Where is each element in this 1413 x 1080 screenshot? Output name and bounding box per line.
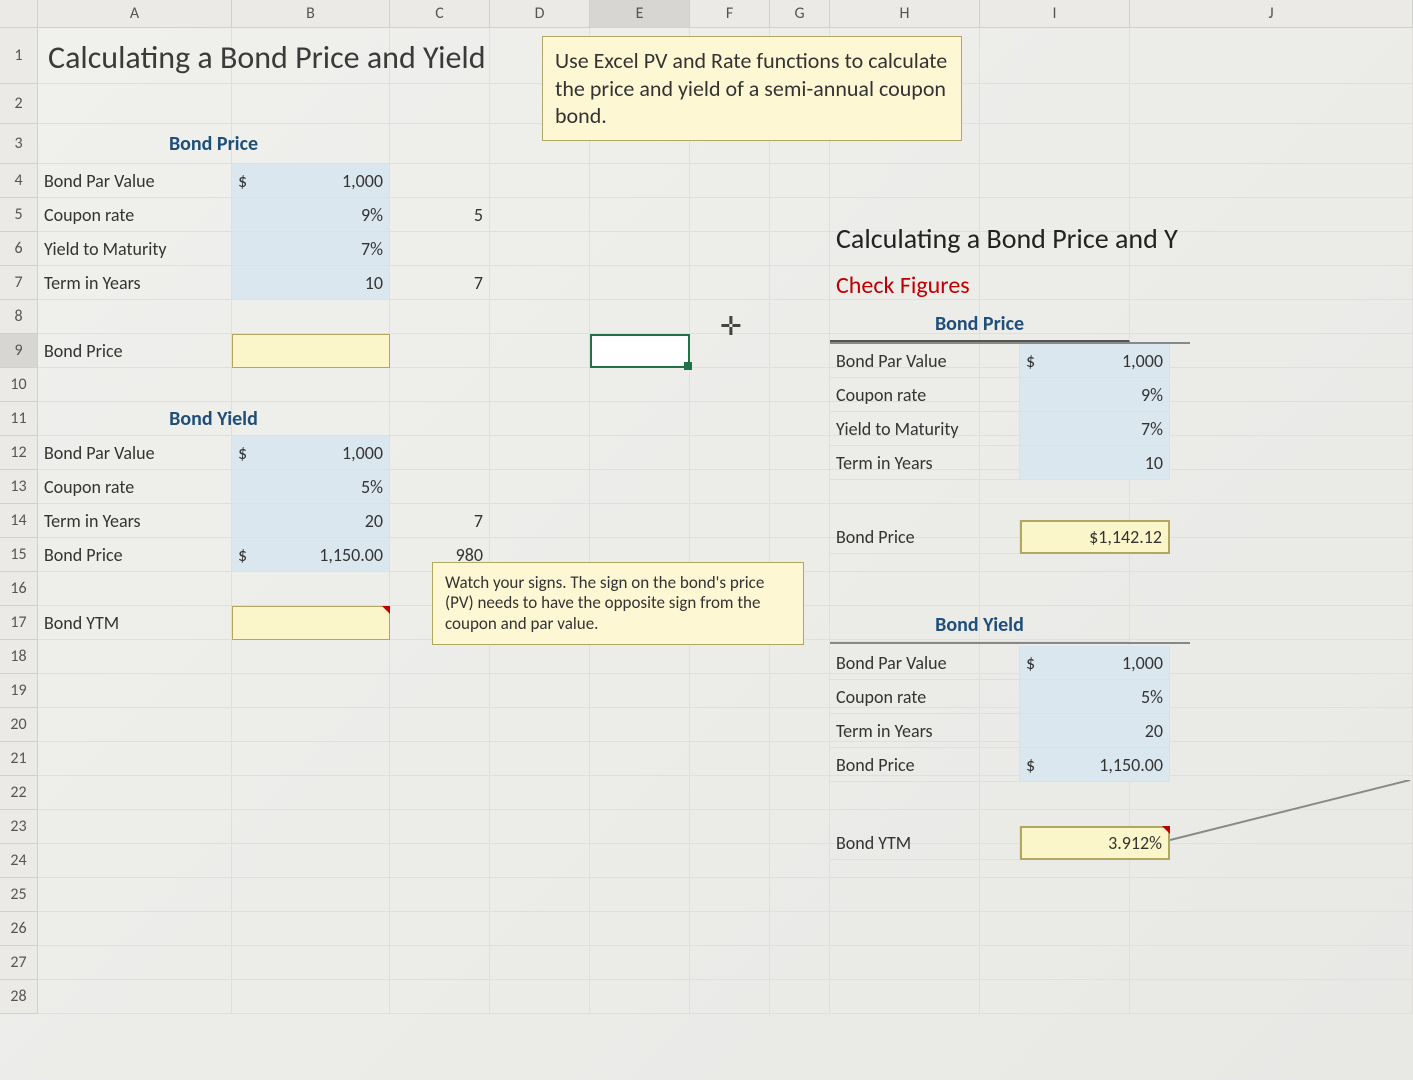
row-header-27[interactable]: 27 [0,946,38,980]
r-label-term: Term in Years [830,446,1020,480]
label-bond-price: Bond Price [38,334,232,368]
bond-yield-header: Bond Yield [38,402,390,436]
right-bp-header: Bond Price [830,308,1130,342]
r-val-term: 10 [1020,446,1170,480]
row-header-24[interactable]: 24 [0,844,38,878]
col-header-A[interactable]: A [38,0,232,28]
label-par2: Bond Par Value [38,436,232,470]
row-header-14[interactable]: 14 [0,504,38,538]
col-header-H[interactable]: H [830,0,980,28]
row-header-7[interactable]: 7 [0,266,38,300]
row-header-23[interactable]: 23 [0,810,38,844]
comment-indicator-icon [382,606,390,614]
input-coupon[interactable]: 9% [232,198,390,232]
label-term2: Term in Years [38,504,232,538]
page-title: Calculating a Bond Price and Yield [42,34,542,80]
input-price2[interactable]: $ 1,150.00 [232,538,390,572]
col-header-E[interactable]: E [590,0,690,28]
col-header-J[interactable]: J [1130,0,1413,28]
r-label-par: Bond Par Value [830,344,1020,378]
comment-indicator-icon [1162,826,1170,834]
row-header-22[interactable]: 22 [0,776,38,810]
r2-label-coupon: Coupon rate [830,680,1020,714]
output-bond-ytm[interactable] [232,606,390,640]
col-header-F[interactable]: F [690,0,770,28]
row-header-25[interactable]: 25 [0,878,38,912]
col-header-G[interactable]: G [770,0,830,28]
r2-label-term: Term in Years [830,714,1020,748]
row-header-9[interactable]: 9 [0,334,38,368]
label-coupon2: Coupon rate [38,470,232,504]
r2-label-price: Bond Price [830,748,1020,782]
r2-label-par: Bond Par Value [830,646,1020,680]
input-ytm[interactable]: 7% [232,232,390,266]
signs-note: Watch your signs. The sign on the bond's… [432,562,804,645]
r2-val-ytm: 3.912% [1020,826,1170,860]
cell-c5[interactable]: 5 [390,198,490,232]
row-header-3[interactable]: 3 [0,124,38,164]
col-header-B[interactable]: B [232,0,390,28]
label-term: Term in Years [38,266,232,300]
r-val-ytm: 7% [1020,412,1170,446]
right-title: Calculating a Bond Price and Y [830,218,1413,258]
input-coupon2[interactable]: 5% [232,470,390,504]
row-header-19[interactable]: 19 [0,674,38,708]
r-label-coupon: Coupon rate [830,378,1020,412]
r-val-price: $1,142.12 [1020,520,1170,554]
row-header-6[interactable]: 6 [0,232,38,266]
check-figures-label: Check Figures [830,266,1130,304]
select-all-corner[interactable] [0,0,38,28]
row-header-12[interactable]: 12 [0,436,38,470]
row-header-11[interactable]: 11 [0,402,38,436]
r-label-ytm: Yield to Maturity [830,412,1020,446]
right-by-header: Bond Yield [830,608,1130,642]
row-header-18[interactable]: 18 [0,640,38,674]
r2-val-coupon: 5% [1020,680,1170,714]
label-ytm: Yield to Maturity [38,232,232,266]
row-header-21[interactable]: 21 [0,742,38,776]
r-val-par: $1,000 [1020,344,1170,378]
cursor-icon: ✛ [720,310,742,342]
instruction-note: Use Excel PV and Rate functions to calcu… [542,36,962,141]
active-cell[interactable] [590,334,690,368]
row-header-1[interactable]: 1 [0,28,38,84]
input-par2[interactable]: $ 1,000 [232,436,390,470]
row-header-4[interactable]: 4 [0,164,38,198]
r2-label-ytm: Bond YTM [830,826,1020,860]
input-term[interactable]: 10 [232,266,390,300]
cell-c7[interactable]: 7 [390,266,490,300]
output-bond-price[interactable] [232,334,390,368]
label-par: Bond Par Value [38,164,232,198]
row-header-8[interactable]: 8 [0,300,38,334]
r2-val-price: $1,150.00 [1020,748,1170,782]
row-header-20[interactable]: 20 [0,708,38,742]
spreadsheet[interactable]: ABCDEFGHIJ 12345678910111213141516171819… [0,0,1413,1080]
connector-line [1170,780,1413,920]
row-header-10[interactable]: 10 [0,368,38,402]
col-header-C[interactable]: C [390,0,490,28]
cell-c14[interactable]: 7 [390,504,490,538]
label-price2: Bond Price [38,538,232,572]
r2-val-par: $1,000 [1020,646,1170,680]
r2-val-term: 20 [1020,714,1170,748]
row-header-2[interactable]: 2 [0,84,38,124]
row-header-16[interactable]: 16 [0,572,38,606]
col-header-D[interactable]: D [490,0,590,28]
row-header-5[interactable]: 5 [0,198,38,232]
row-header-13[interactable]: 13 [0,470,38,504]
bond-price-header: Bond Price [38,124,390,164]
row-header-26[interactable]: 26 [0,912,38,946]
col-header-I[interactable]: I [980,0,1130,28]
r-val-coupon: 9% [1020,378,1170,412]
row-header-15[interactable]: 15 [0,538,38,572]
input-term2[interactable]: 20 [232,504,390,538]
label-bond-ytm: Bond YTM [38,606,232,640]
input-par[interactable]: $ 1,000 [232,164,390,198]
r-label-price: Bond Price [830,520,1020,554]
row-header-17[interactable]: 17 [0,606,38,640]
label-coupon: Coupon rate [38,198,232,232]
row-header-28[interactable]: 28 [0,980,38,1014]
